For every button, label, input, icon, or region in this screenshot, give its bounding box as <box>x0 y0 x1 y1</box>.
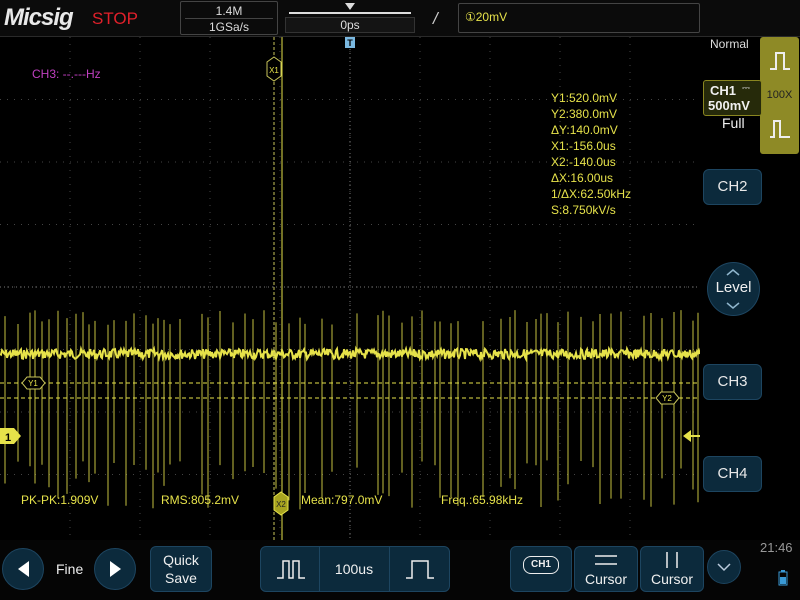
svg-text:1: 1 <box>5 432 11 444</box>
cursor-dy-value: ΔY:140.0mV <box>551 123 618 137</box>
vertical-cursor-icon <box>666 552 678 568</box>
quick-save-line1: Quick <box>163 552 199 568</box>
brand-logo: Micsig <box>4 4 74 31</box>
more-menu-button[interactable] <box>707 550 741 584</box>
level-knob-button[interactable]: Level <box>707 262 760 316</box>
cursor-y1-label: Y1 <box>28 379 38 388</box>
arrow-right-icon <box>110 561 121 577</box>
horizontal-position-value: 0ps <box>285 17 415 33</box>
cursor-inv-dx-value: 1/ΔX:62.50kHz <box>551 187 632 201</box>
cursor-horizontal-label: Cursor <box>584 571 627 587</box>
wide-pulse-icon <box>406 560 434 579</box>
ch1-bandwidth[interactable]: Full <box>722 115 745 131</box>
dc-coupling-icon: ⎓ <box>742 83 750 94</box>
svg-text:T: T <box>347 38 353 48</box>
horizontal-position-control[interactable]: 0ps <box>285 1 415 33</box>
cursor-x2-value: X2:-140.0us <box>551 155 616 169</box>
timebase-value: 100us <box>334 561 374 577</box>
narrow-pulse-icon <box>277 560 305 579</box>
timebase-control[interactable]: 100us <box>260 546 450 592</box>
ch1-selector-badge: CH1 <box>523 556 559 574</box>
waveform-trace <box>0 345 700 363</box>
trigger-level-value: ①20mV <box>465 10 508 24</box>
ch1-scale: 500mV <box>708 98 750 113</box>
frequency-measurement[interactable]: Freq.:65.98kHz <box>441 493 523 507</box>
memory-depth: 1.4M <box>215 4 243 18</box>
timebase-decrease-button[interactable] <box>261 547 320 591</box>
cursor-slope-value: S:8.750kV/s <box>551 203 616 217</box>
cursor-y2-label: Y2 <box>662 394 672 403</box>
mean-measurement[interactable]: Mean:797.0mV <box>301 493 382 507</box>
cursor-y1-value: Y1:520.0mV <box>551 91 618 105</box>
quick-save-button[interactable]: Quick Save <box>150 546 212 592</box>
probe-attenuation: 100X <box>766 89 793 101</box>
clock: 21:46 <box>760 540 793 555</box>
trigger-level-arrow <box>683 430 700 442</box>
cursor-x1-label: X1 <box>269 66 279 75</box>
cursor-x2-tag: X2 <box>273 491 289 516</box>
cursor-x1-tag: X1 <box>266 56 282 82</box>
chevron-up-icon <box>726 269 740 276</box>
cursor-vertical-label: Cursor <box>650 571 693 587</box>
ch2-button[interactable]: CH2 <box>703 169 762 205</box>
fine-increase-button[interactable] <box>94 548 136 590</box>
cursor-x1-value: X1:-156.0us <box>551 139 616 153</box>
cursor-y2-value: Y2:380.0mV <box>551 107 618 121</box>
cursor-horizontal-button[interactable]: Cursor <box>574 546 638 592</box>
pulse-low-icon <box>770 120 790 138</box>
sample-rate: 1GSa/s <box>208 20 250 34</box>
trigger-level-box[interactable]: ①20mV <box>458 3 700 33</box>
trigger-position-marker <box>345 3 355 10</box>
ch4-button[interactable]: CH4 <box>703 456 762 492</box>
trigger-time-marker: T <box>345 37 355 48</box>
fine-decrease-button[interactable] <box>2 548 44 590</box>
fine-label: Fine <box>56 561 84 577</box>
probe-panel[interactable]: 100X <box>760 37 799 154</box>
level-label: Level <box>715 279 752 296</box>
rms-measurement[interactable]: RMS:805.2mV <box>161 493 239 507</box>
memory-bar <box>289 12 411 14</box>
cursor-vertical-button[interactable]: Cursor <box>640 546 704 592</box>
horizontal-cursor-icon <box>595 555 617 565</box>
pk-pk-measurement[interactable]: PK-PK:1.909V <box>21 493 98 507</box>
trigger-slope-icon[interactable]: / <box>433 9 438 29</box>
cursor-y1-tag: Y1 <box>21 376 46 390</box>
cursor-dx-value: ΔX:16.00us <box>551 171 614 185</box>
divider <box>185 18 273 19</box>
ch3-frequency-readout: CH3: --.---Hz <box>32 67 101 81</box>
chevron-down-icon <box>726 302 740 309</box>
acquisition-info[interactable]: 1.4M 1GSa/s <box>180 1 278 35</box>
pulse-high-icon <box>770 52 790 70</box>
battery-icon <box>778 570 788 586</box>
ch1-settings-button[interactable]: CH1 ⎓ 500mV <box>703 80 762 116</box>
chevron-down-icon <box>717 563 731 572</box>
ch3-button[interactable]: CH3 <box>703 364 762 400</box>
cursor-x2-label: X2 <box>276 500 286 509</box>
quick-save-line2: Save <box>165 570 197 586</box>
timebase-increase-button[interactable] <box>389 547 450 591</box>
run-state-indicator[interactable]: STOP <box>92 9 138 29</box>
cursor-y2-tag: Y2 <box>655 391 680 405</box>
ch1-name: CH1 <box>710 83 737 98</box>
trigger-mode[interactable]: Normal <box>710 37 749 51</box>
channel-select-button[interactable]: CH1 <box>510 546 572 592</box>
arrow-left-icon <box>18 561 29 577</box>
